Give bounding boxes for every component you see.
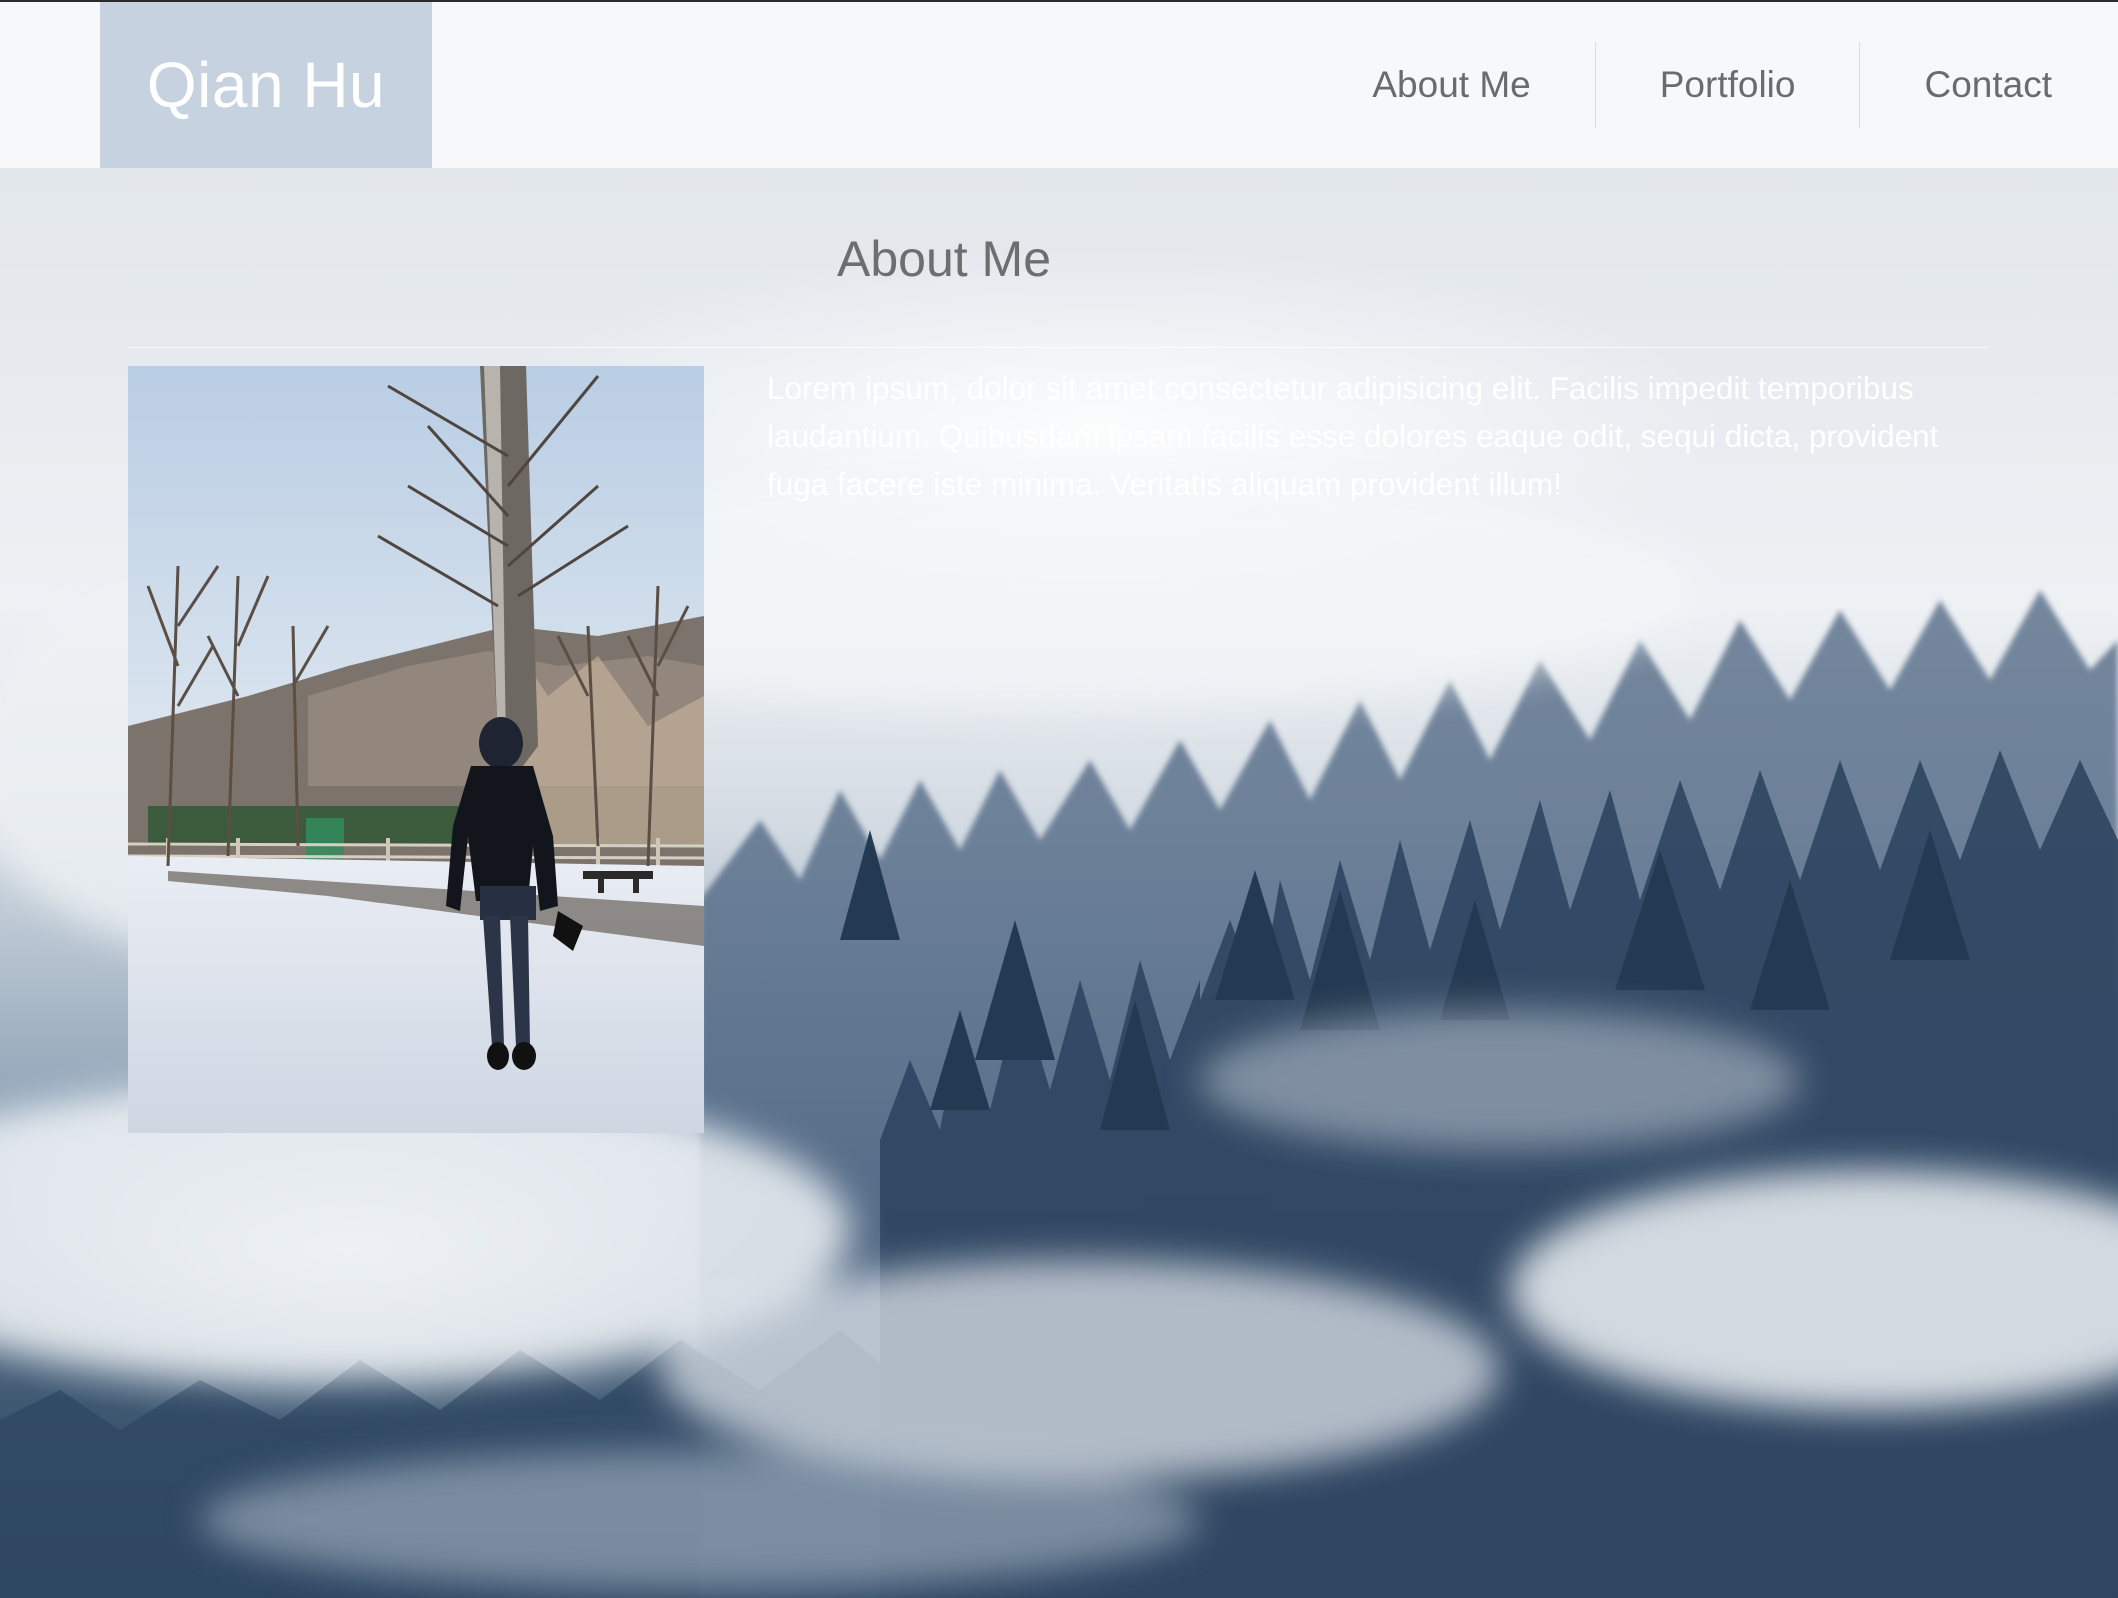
profile-photo-illustration (128, 366, 704, 1133)
section-title: About Me (836, 231, 1051, 287)
nav-link-about-me[interactable]: About Me (1308, 42, 1596, 128)
bio-text: Lorem ipsum, dolor sit amet consectetur … (767, 370, 1939, 502)
top-navbar: Qian Hu About Me Portfolio Contact (0, 0, 2118, 168)
about-section-title-wrap: About Me (0, 230, 2118, 288)
page: Qian Hu About Me Portfolio Contact About… (0, 0, 2118, 1598)
profile-photo (128, 366, 704, 1133)
section-divider (128, 347, 1988, 348)
nav-menu: About Me Portfolio Contact (1308, 2, 2118, 168)
brand-logo[interactable]: Qian Hu (100, 2, 432, 168)
nav-link-contact[interactable]: Contact (1860, 42, 2118, 128)
nav-link-portfolio[interactable]: Portfolio (1596, 42, 1861, 128)
